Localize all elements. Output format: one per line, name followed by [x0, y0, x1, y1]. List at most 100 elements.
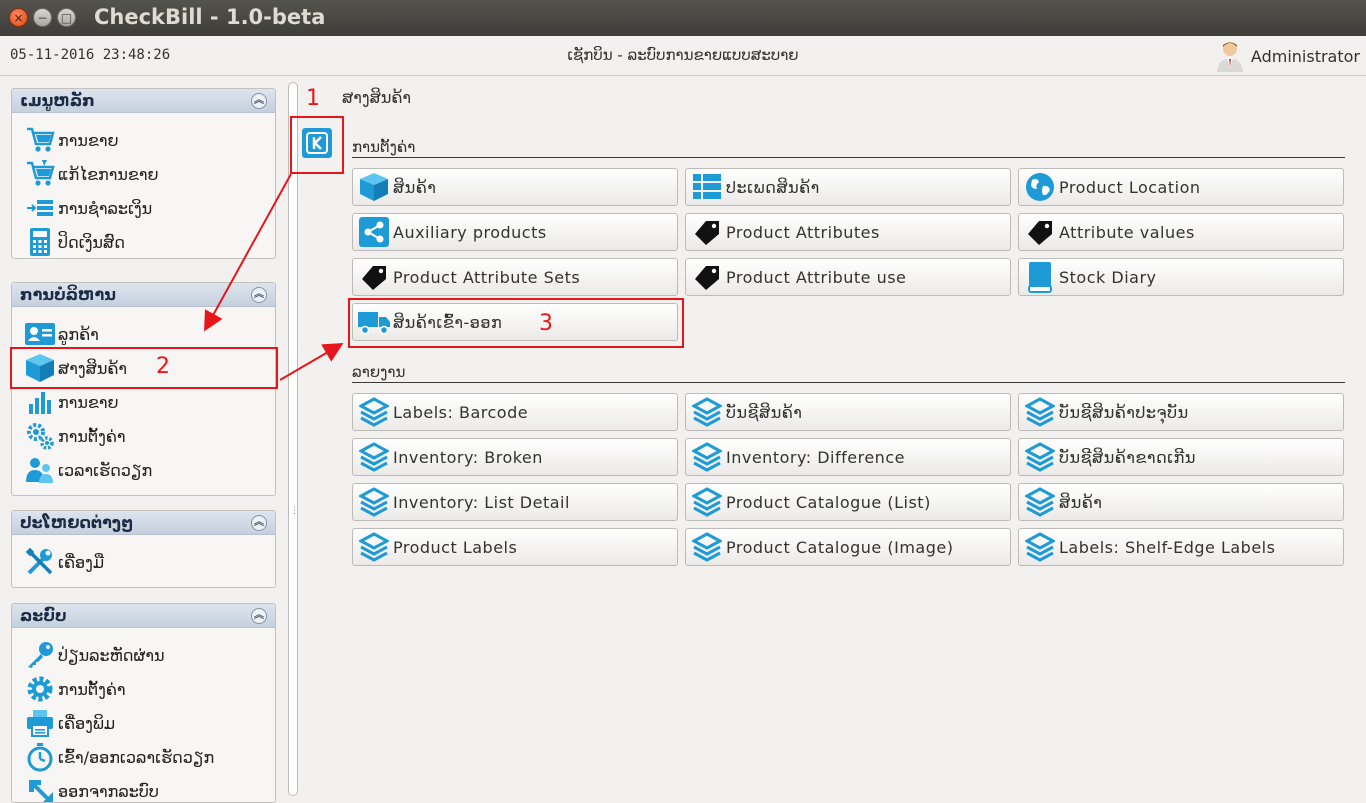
- menu-item-work-time[interactable]: ເວລາເຮັດວຽກ: [12, 453, 275, 487]
- menu-item-sales-report[interactable]: ການຂາຍ: [12, 385, 275, 419]
- menu-item-tools[interactable]: ເຄື່ອງມື: [12, 545, 275, 579]
- globe-icon: [1023, 171, 1057, 203]
- sidebar: ເມນູຫລັກ ︽ ການຂາຍ ແກ້ໄຂການຂາຍ ການຊຳລະເງິ…: [0, 77, 284, 803]
- menu-item-customers[interactable]: ລູກຄ້າ: [12, 317, 275, 351]
- title-bar: × − □ CheckBill - 1.0-beta: [0, 0, 1366, 36]
- collapse-icon[interactable]: ︽: [251, 608, 267, 624]
- tile-label: Product Labels: [393, 537, 518, 557]
- layers-icon: [357, 531, 391, 563]
- settings-tile[interactable]: ປະເພດສິນຄ້າ: [685, 168, 1011, 206]
- menu-item-label: ການຕັ້ງຄ່າ: [58, 426, 126, 446]
- menu-item-label: ການຕັ້ງຄ່າ: [58, 679, 126, 699]
- panel-utilities-header[interactable]: ປະໂຫຍດຕ່າງໆ ︽: [12, 511, 275, 535]
- report-tile[interactable]: ບັນຊີສິນຄ້າ: [685, 393, 1011, 431]
- section-reports-label: ລາຍງານ: [352, 363, 406, 381]
- menu-item-label: ການຊຳລະເງິນ: [58, 198, 153, 218]
- settings-tile[interactable]: Product Attributes: [685, 213, 1011, 251]
- report-tile[interactable]: ບັນຊີສິນຄ້າປະຈຸບັນ: [1018, 393, 1344, 431]
- settings-tile[interactable]: Auxiliary products: [352, 213, 678, 251]
- window-minimize-button[interactable]: −: [33, 8, 52, 27]
- cart-icon: [24, 125, 56, 155]
- menu-item-label: ອອກຈາກລະບົບ: [58, 781, 159, 801]
- settings-tile[interactable]: ສິນຄ້າ: [352, 168, 678, 206]
- menu-item-label: ເຄື່ອງມື: [58, 552, 105, 572]
- report-tile[interactable]: Inventory: Broken: [352, 438, 678, 476]
- layers-icon: [1023, 531, 1057, 563]
- user-menu[interactable]: Administrator: [1215, 40, 1360, 72]
- menu-item-system-settings[interactable]: ການຕັ້ງຄ່າ: [12, 672, 275, 706]
- annotation-box-1: [290, 116, 344, 174]
- key-icon: [24, 640, 56, 670]
- settings-tile[interactable]: Attribute values: [1018, 213, 1344, 251]
- menu-item-close-cash[interactable]: ປິດເງິນສົດ: [12, 225, 275, 258]
- report-tile[interactable]: Product Labels: [352, 528, 678, 566]
- splitter-track[interactable]: [288, 82, 298, 796]
- window-close-button[interactable]: ×: [9, 8, 28, 27]
- panel-management-header[interactable]: ການບໍລິຫານ ︽: [12, 283, 275, 307]
- tile-label: Product Catalogue (Image): [726, 537, 954, 557]
- tile-label: Product Catalogue (List): [726, 492, 931, 512]
- tile-label: ສິນຄ້າ: [1059, 492, 1103, 512]
- annotation-number-3: 3: [539, 311, 553, 336]
- main-content: ສາງສິນຄ້າ ການຕັ້ງຄ່າ ສິນຄ້າ ປະເພດສິນຄ້າ Pr…: [300, 77, 1366, 803]
- panel-title: ປະໂຫຍດຕ່າງໆ: [20, 513, 134, 532]
- menu-item-sales[interactable]: ການຂາຍ: [12, 123, 275, 157]
- report-tile[interactable]: Product Catalogue (List): [685, 483, 1011, 521]
- settings-tile[interactable]: Stock Diary: [1018, 258, 1344, 296]
- annotation-box-3: [348, 298, 684, 348]
- panel-system: ລະບົບ ︽ ປ່ຽນລະຫັດຜ່ານ ການຕັ້ງຄ່າ ເຄື່ອງພ…: [11, 603, 276, 803]
- calculator-icon: [24, 227, 56, 257]
- menu-item-label: ປ່ຽນລະຫັດຜ່ານ: [58, 645, 165, 665]
- layers-icon: [690, 486, 724, 518]
- tile-label: ສິນຄ້າ: [393, 177, 437, 197]
- menu-item-clock-in-out[interactable]: ເຂົ້າ/ອອກເວລາເຮັດວຽກ: [12, 740, 275, 774]
- layers-icon: [1023, 396, 1057, 428]
- panel-title: ການບໍລິຫານ: [20, 285, 116, 304]
- cart-edit-icon: [24, 159, 56, 189]
- menu-item-change-password[interactable]: ປ່ຽນລະຫັດຜ່ານ: [12, 638, 275, 672]
- menu-item-payment[interactable]: ການຊຳລະເງິນ: [12, 191, 275, 225]
- report-tile[interactable]: ສິນຄ້າ: [1018, 483, 1344, 521]
- share-icon: [357, 216, 391, 248]
- tile-label: Inventory: List Detail: [393, 492, 570, 512]
- menu-item-label: ເຂົ້າ/ອອກເວລາເຮັດວຽກ: [58, 747, 215, 767]
- tile-label: Product Location: [1059, 177, 1201, 197]
- breadcrumb: ສາງສິນຄ້າ: [342, 88, 412, 107]
- panel-title: ລະບົບ: [20, 606, 67, 625]
- annotation-number-1: 1: [306, 86, 320, 111]
- collapse-icon[interactable]: ︽: [251, 515, 267, 531]
- report-tile[interactable]: ບັນຊີສິນຄ້າຂາດເກີນ: [1018, 438, 1344, 476]
- people-icon: [24, 455, 56, 485]
- panel-main-menu-header[interactable]: ເມນູຫລັກ ︽: [12, 89, 275, 113]
- window-maximize-button[interactable]: □: [57, 8, 76, 27]
- list-icon: [690, 171, 724, 203]
- collapse-icon[interactable]: ︽: [251, 93, 267, 109]
- settings-tile[interactable]: Product Location: [1018, 168, 1344, 206]
- report-tile[interactable]: Inventory: List Detail: [352, 483, 678, 521]
- report-tile[interactable]: Product Catalogue (Image): [685, 528, 1011, 566]
- menu-item-label: ເວລາເຮັດວຽກ: [58, 460, 153, 480]
- layers-icon: [357, 441, 391, 473]
- menu-item-settings[interactable]: ການຕັ້ງຄ່າ: [12, 419, 275, 453]
- splitter-grip[interactable]: ⋮: [290, 506, 299, 516]
- menu-item-label: ແກ້ໄຂການຂາຍ: [58, 164, 159, 184]
- layers-icon: [357, 396, 391, 428]
- menu-item-edit-sales[interactable]: ແກ້ໄຂການຂາຍ: [12, 157, 275, 191]
- report-tile[interactable]: Labels: Barcode: [352, 393, 678, 431]
- report-tile[interactable]: Inventory: Difference: [685, 438, 1011, 476]
- section-settings-label: ການຕັ້ງຄ່າ: [352, 138, 416, 156]
- tile-label: ບັນຊີສິນຄ້າ: [726, 402, 803, 422]
- panel-system-header[interactable]: ລະບົບ ︽: [12, 604, 275, 628]
- menu-item-logout[interactable]: ອອກຈາກລະບົບ: [12, 774, 275, 802]
- settings-tile[interactable]: Product Attribute Sets: [352, 258, 678, 296]
- gears-icon: [24, 421, 56, 451]
- settings-tile[interactable]: Product Attribute use: [685, 258, 1011, 296]
- stopwatch-icon: [24, 742, 56, 772]
- menu-item-printer[interactable]: ເຄື່ອງພິມ: [12, 706, 275, 740]
- annotation-box-2: [10, 347, 278, 389]
- collapse-icon[interactable]: ︽: [251, 287, 267, 303]
- menu-item-label: ການຂາຍ: [58, 392, 119, 412]
- tile-label: ບັນຊີສິນຄ້າຂາດເກີນ: [1059, 447, 1196, 467]
- sidebar-splitter[interactable]: ⋮: [286, 78, 300, 800]
- report-tile[interactable]: Labels: Shelf-Edge Labels: [1018, 528, 1344, 566]
